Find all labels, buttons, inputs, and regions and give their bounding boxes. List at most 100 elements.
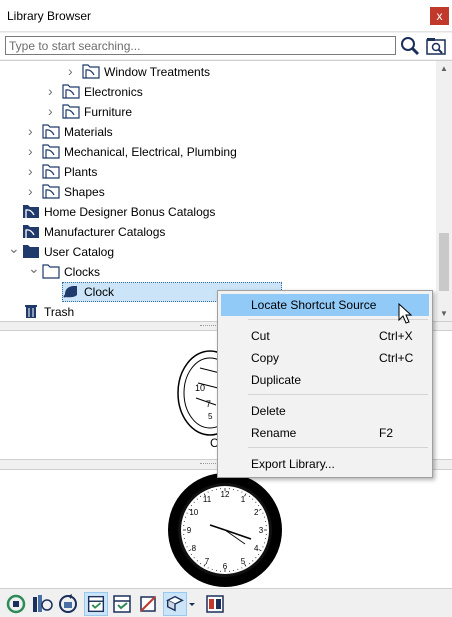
search-row — [0, 33, 452, 59]
tree-item-label: Electronics — [84, 85, 143, 99]
filter-objects-icon[interactable] — [163, 592, 187, 616]
chevron-right-icon[interactable]: › — [48, 103, 58, 119]
search-icon[interactable] — [399, 36, 421, 56]
tree-item-label: Furniture — [84, 105, 133, 119]
scroll-down-icon[interactable]: ▼ — [439, 309, 449, 319]
clock-tick — [190, 505, 193, 507]
tree-item[interactable]: › Shapes — [0, 182, 434, 202]
menu-item[interactable]: Rename F2 — [221, 422, 429, 444]
trash-icon — [25, 305, 37, 318]
clock-number: 3 — [259, 526, 264, 535]
tree-item[interactable]: › Plants — [0, 162, 434, 182]
clock-tick — [248, 562, 250, 565]
clock-number: 2 — [254, 508, 259, 517]
tree-scrollbar[interactable]: ▲ ▼ — [436, 61, 452, 321]
chevron-right-icon[interactable]: › — [28, 183, 38, 199]
clock-tick — [200, 495, 202, 498]
clock-number: 1 — [241, 495, 246, 504]
tree-item-label: Window Treatments — [104, 65, 211, 79]
tree-item[interactable]: ⌄ Clocks — [0, 260, 434, 282]
tree-item[interactable]: › Electronics — [0, 82, 434, 102]
menu-item-label: Duplicate — [251, 373, 302, 387]
menu-item-label: Cut — [251, 329, 270, 343]
tree-item-label: User Catalog — [44, 245, 115, 259]
folder-icon — [62, 84, 80, 99]
catalog-folder-icon — [23, 225, 39, 238]
scrollbar-thumb[interactable] — [439, 233, 449, 291]
search-input[interactable] — [5, 36, 396, 55]
chevron-right-icon[interactable]: › — [28, 163, 38, 179]
folder-icon — [42, 124, 60, 139]
tree-item[interactable]: › Mechanical, Electrical, Plumbing — [0, 142, 434, 162]
clock-number: 12 — [221, 490, 230, 499]
clock-preview: 121234567891011 — [168, 473, 282, 587]
clock-tick — [196, 560, 198, 562]
sync-library-icon[interactable] — [56, 592, 80, 616]
svg-text:10: 10 — [195, 383, 205, 393]
menu-item[interactable]: Export Library... — [221, 453, 429, 475]
folder-icon — [82, 64, 100, 79]
chevron-down-icon[interactable]: ⌄ — [8, 240, 20, 256]
svg-text:5: 5 — [208, 412, 213, 421]
clock-tick — [196, 498, 198, 500]
search-folder-icon[interactable] — [425, 36, 447, 56]
menu-item-label: Copy — [251, 351, 280, 365]
tree-item-label: Clocks — [64, 265, 101, 279]
clock-number: 11 — [203, 495, 212, 504]
clock-tick — [255, 501, 257, 503]
menu-item-shortcut: Ctrl+X — [379, 329, 413, 343]
view-list-icon[interactable] — [110, 592, 134, 616]
mouse-cursor-icon — [398, 303, 413, 324]
clock-tick — [255, 557, 257, 559]
chevron-down-icon[interactable] — [187, 592, 197, 616]
tree-item[interactable]: Home Designer Bonus Catalogs — [0, 202, 434, 222]
tree-item-label: Materials — [64, 125, 113, 139]
chevron-right-icon[interactable]: › — [48, 83, 58, 99]
folder-icon — [42, 184, 60, 199]
material-filter-icon[interactable] — [136, 592, 160, 616]
view-tree-icon[interactable] — [84, 592, 108, 616]
menu-item[interactable]: Duplicate — [221, 369, 429, 391]
catalog-folder-icon — [23, 245, 39, 258]
menu-item-label: Rename — [251, 426, 297, 440]
clock-tick — [193, 501, 195, 503]
tree-item[interactable]: ⌄ User Catalog — [0, 240, 434, 262]
tree-item-label: Plants — [64, 165, 98, 179]
tree-item[interactable]: › Furniture — [0, 102, 434, 122]
menu-item[interactable]: Copy Ctrl+C — [221, 347, 429, 369]
close-icon: x — [436, 9, 443, 23]
tree-item[interactable]: Manufacturer Catalogs — [0, 222, 434, 242]
menu-item-shortcut: F2 — [379, 426, 394, 440]
folder-icon — [42, 144, 60, 159]
menu-item[interactable]: Delete — [221, 400, 429, 422]
library-tree[interactable]: ▲ ▼ › Window Treatments › Electronics › Furni… — [0, 60, 452, 322]
menu-item-shortcut: Ctrl+C — [379, 351, 414, 365]
close-button[interactable]: x — [430, 7, 449, 25]
clock-tick — [193, 557, 195, 559]
chevron-right-icon[interactable]: › — [28, 123, 38, 139]
window-title: Library Browser — [7, 9, 92, 23]
tree-item[interactable]: › Materials — [0, 122, 434, 142]
menu-item[interactable]: Cut Ctrl+X — [221, 325, 429, 347]
refresh-library-icon[interactable] — [4, 592, 28, 616]
clock-number: 10 — [189, 508, 198, 517]
chevron-right-icon[interactable]: › — [68, 63, 78, 79]
svg-text:7: 7 — [206, 399, 211, 409]
folder-icon — [62, 104, 80, 119]
folder-icon — [42, 264, 60, 279]
chevron-right-icon[interactable]: › — [28, 143, 38, 159]
clock-tick — [200, 562, 202, 565]
scroll-up-icon[interactable]: ▲ — [439, 64, 449, 74]
menu-separator — [248, 394, 428, 395]
menu-item-label: Locate Shortcut Source — [251, 298, 377, 312]
tree-item-label: Trash — [44, 305, 75, 319]
clock-number: 7 — [205, 557, 210, 566]
chevron-down-icon[interactable]: ⌄ — [28, 260, 40, 276]
clock-tick — [252, 498, 254, 500]
shortcut-object-icon — [63, 286, 77, 298]
tree-item[interactable]: › Window Treatments — [0, 62, 434, 82]
clock-tick — [190, 553, 193, 555]
placement-mode-icon[interactable] — [203, 592, 227, 616]
tree-item-label: Home Designer Bonus Catalogs — [44, 205, 216, 219]
library-books-icon[interactable] — [30, 592, 54, 616]
